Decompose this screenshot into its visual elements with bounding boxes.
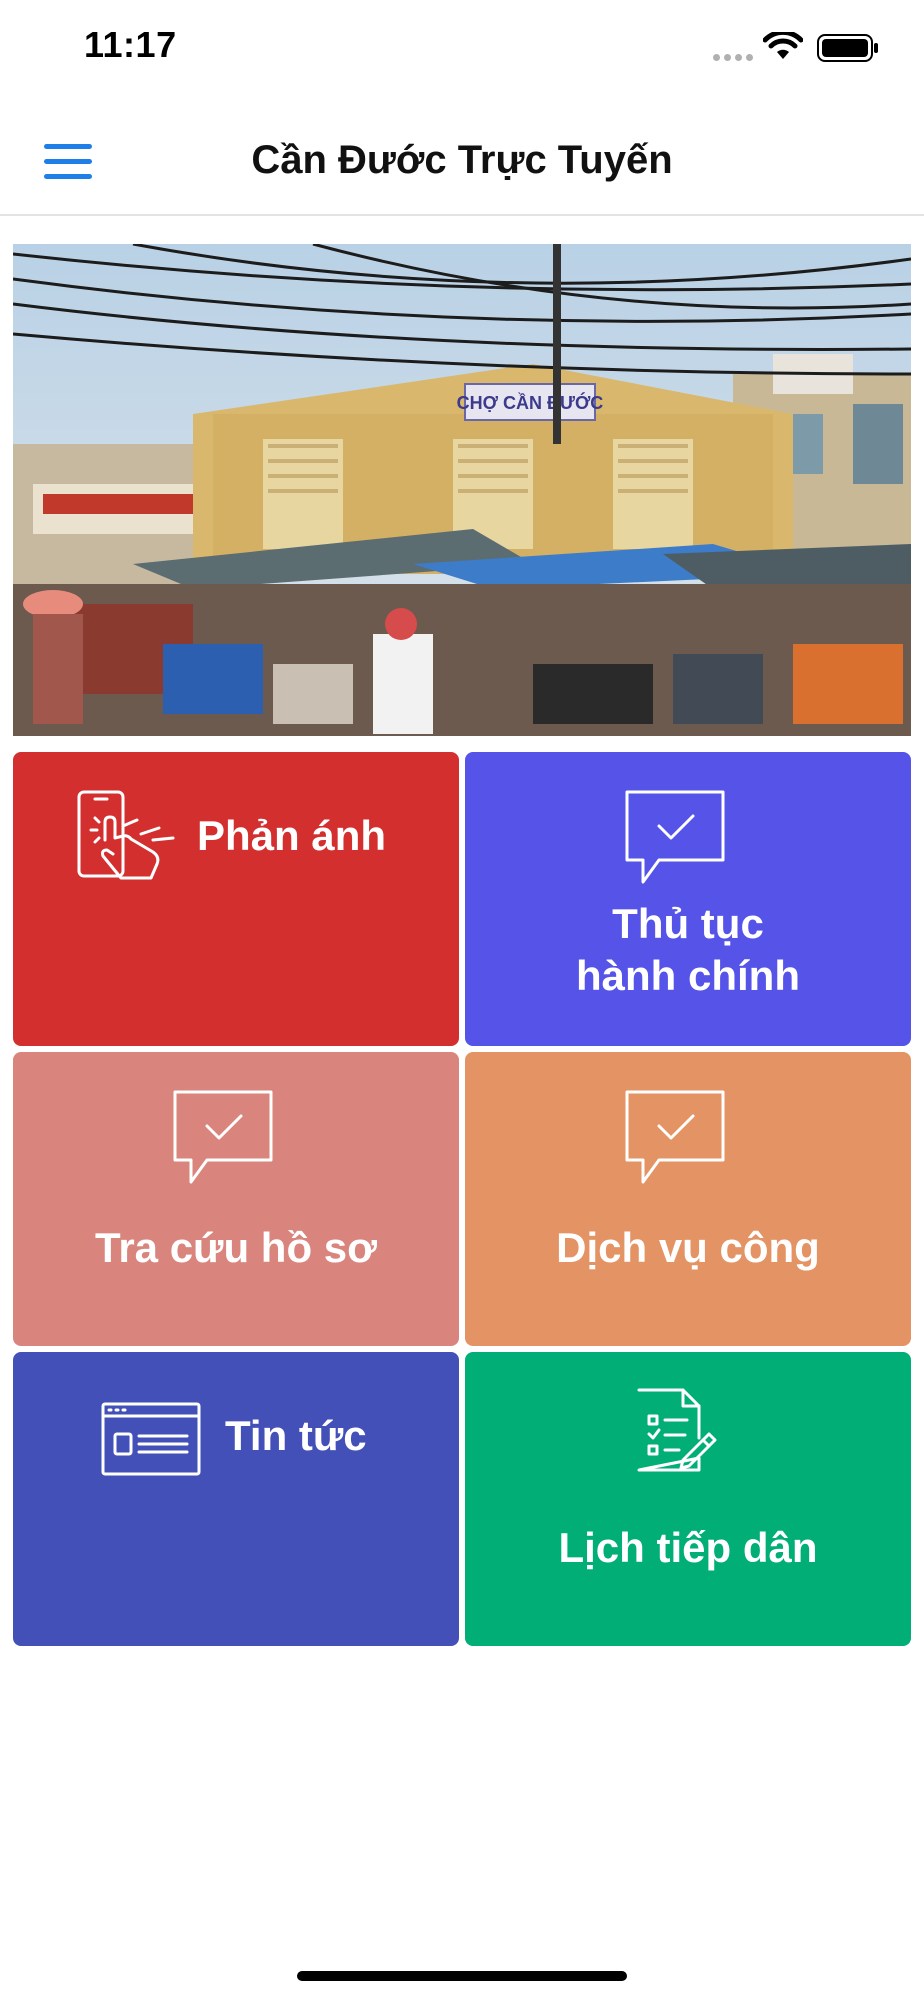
tile-dich-vu-cong[interactable]: Dịch vụ công	[465, 1052, 911, 1346]
market-photo: CHỢ CẦN ĐƯỚC	[13, 244, 911, 736]
tile-label-line1: Thủ tục	[612, 900, 764, 947]
browser-window-icon	[101, 1402, 201, 1476]
cellular-signal-icon	[713, 54, 753, 61]
tile-tin-tuc[interactable]: Tin tức	[13, 1352, 459, 1646]
home-indicator[interactable]	[297, 1971, 627, 1981]
tile-thu-tuc-hanh-chinh[interactable]: Thủ tục hành chính	[465, 752, 911, 1046]
touch-phone-icon	[77, 790, 175, 880]
chat-check-icon	[173, 1090, 273, 1184]
market-sign-text: CHỢ CẦN ĐƯỚC	[457, 392, 604, 413]
chat-check-icon	[625, 1090, 725, 1184]
status-time: 11:17	[84, 24, 177, 65]
chat-check-icon	[625, 790, 725, 884]
tile-label: Phản ánh	[197, 812, 387, 859]
battery-icon	[817, 34, 878, 62]
wifi-icon	[763, 32, 803, 59]
tile-tra-cuu-ho-so[interactable]: Tra cứu hồ sơ	[13, 1052, 459, 1346]
tile-phan-anh[interactable]: Phản ánh	[13, 752, 459, 1046]
banner-image: CHỢ CẦN ĐƯỚC	[13, 244, 911, 736]
tile-label: Tin tức	[225, 1412, 367, 1459]
status-bar: 11:17	[0, 0, 924, 100]
tile-label: Dịch vụ công	[556, 1224, 820, 1271]
page-title: Cần Đước Trực Tuyến	[251, 138, 673, 182]
tile-lich-tiep-dan[interactable]: Lịch tiếp dân	[465, 1352, 911, 1646]
navigation-bar: Cần Đước Trực Tuyến	[0, 112, 924, 216]
tile-label: Tra cứu hồ sơ	[94, 1224, 377, 1271]
tile-label-line2: hành chính	[576, 952, 800, 999]
tile-label: Lịch tiếp dân	[558, 1524, 818, 1571]
document-checklist-icon	[637, 1388, 717, 1472]
